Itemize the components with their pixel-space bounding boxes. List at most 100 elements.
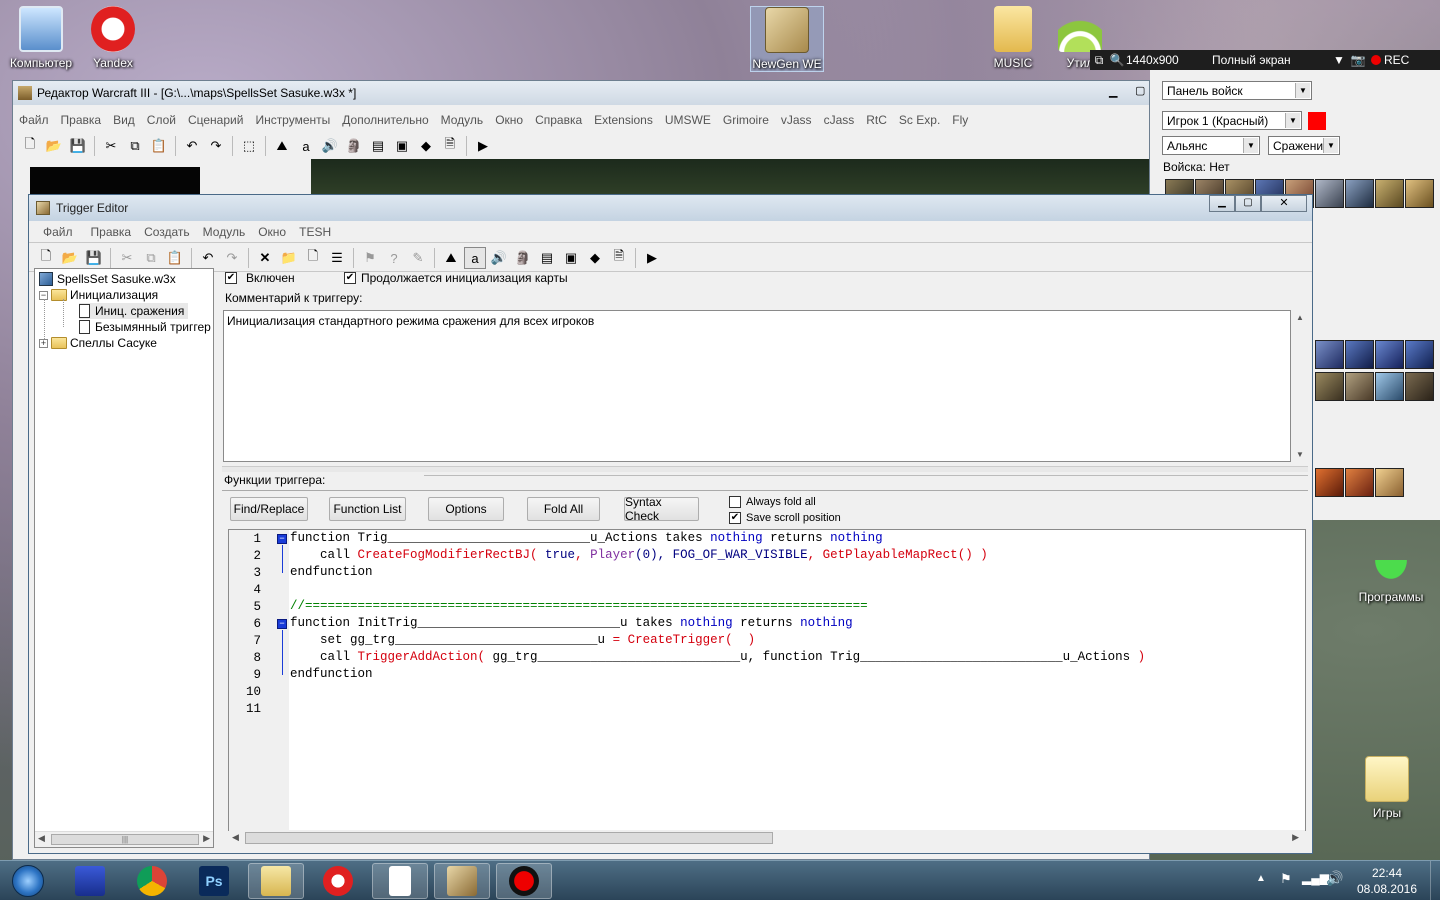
sound-editor-icon[interactable]: 🔊 — [319, 135, 341, 157]
mode-select[interactable]: Сражение ▼ — [1268, 136, 1340, 155]
action-center-flag-icon[interactable]: ⚑ — [1280, 871, 1292, 887]
select-icon[interactable]: ⬚ — [238, 135, 260, 157]
world-editor-titlebar[interactable]: Редактор Warcraft III - [G:\...\maps\Spe… — [13, 81, 1149, 105]
tree-folder-init[interactable]: − Инициализация — [39, 287, 158, 303]
minimap[interactable] — [30, 167, 200, 197]
unit-portrait[interactable] — [1345, 372, 1374, 401]
undo-icon[interactable]: ↶ — [181, 135, 203, 157]
save-scroll-checkbox[interactable]: ✔ Save scroll position — [729, 512, 841, 524]
save-icon[interactable]: 💾 — [67, 135, 89, 157]
object-manager-icon[interactable]: 🗎 — [439, 135, 461, 157]
menu-fly[interactable]: Fly — [952, 113, 968, 127]
sound-editor-icon[interactable]: 🔊 — [488, 247, 510, 269]
tree-root[interactable]: SpellsSet Sasuke.w3x — [39, 271, 176, 287]
test-map-icon[interactable]: ▶ — [472, 135, 494, 157]
desktop-icon-computer[interactable]: Компьютер — [2, 6, 80, 70]
menu-window[interactable]: Окно — [258, 225, 286, 239]
taskbar-notepad[interactable] — [372, 863, 428, 899]
fold-marker-icon[interactable]: − — [277, 534, 287, 544]
start-button[interactable] — [2, 863, 54, 899]
continue-init-checkbox[interactable]: ✔ Продолжается инициализация карты — [344, 271, 568, 285]
maximize-icon[interactable]: ▢ — [1135, 84, 1145, 97]
menu-edit[interactable]: Правка — [61, 113, 102, 127]
unit-portrait[interactable] — [1345, 340, 1374, 369]
always-fold-checkbox[interactable]: Always fold all — [729, 496, 816, 508]
scroll-down-icon[interactable]: ▼ — [1296, 450, 1304, 459]
import-manager-icon[interactable]: ◆ — [584, 247, 606, 269]
unit-portrait[interactable] — [1375, 340, 1404, 369]
trigger-editor-titlebar[interactable]: Trigger Editor — [29, 195, 1312, 221]
window-restore-icon[interactable]: ⧉ — [1090, 53, 1108, 68]
fold-marker-icon[interactable]: − — [277, 619, 287, 629]
trigger-editor-icon[interactable]: a — [464, 247, 486, 269]
recorder-resolution[interactable]: 1440x900 — [1126, 53, 1212, 67]
fold-all-button[interactable]: Fold All — [527, 497, 600, 521]
menu-umswe[interactable]: UMSWE — [665, 113, 711, 127]
desktop-icon-programs[interactable]: Программы — [1352, 560, 1430, 604]
unit-portrait[interactable] — [1315, 372, 1344, 401]
menu-scenario[interactable]: Сценарий — [188, 113, 243, 127]
unit-portrait[interactable] — [1345, 468, 1374, 497]
function-list-button[interactable]: Function List — [329, 497, 406, 521]
menu-file[interactable]: Файл — [43, 225, 73, 239]
menu-grimoire[interactable]: Grimoire — [723, 113, 769, 127]
paste-icon[interactable]: 📋 — [148, 135, 170, 157]
unit-portrait[interactable] — [1315, 179, 1344, 208]
new-category-icon[interactable]: 📁 — [278, 247, 300, 269]
unit-portrait[interactable] — [1345, 179, 1374, 208]
find-replace-button[interactable]: Find/Replace — [230, 497, 308, 521]
menu-tools[interactable]: Инструменты — [255, 113, 330, 127]
taskbar-chrome[interactable] — [124, 863, 180, 899]
minimize-icon[interactable]: ▁ — [1109, 85, 1117, 98]
menu-sc-exp[interactable]: Sc Exp. — [899, 113, 940, 127]
redo-icon[interactable]: ↷ — [205, 135, 227, 157]
new-condition-icon[interactable]: ? — [383, 247, 405, 269]
menu-window[interactable]: Окно — [495, 113, 523, 127]
menu-vjass[interactable]: vJass — [781, 113, 812, 127]
delete-icon[interactable]: ✕ — [254, 247, 276, 269]
tree-item-init-melee[interactable]: Иниц. сражения — [79, 303, 189, 319]
network-signal-icon[interactable]: ▂▄▆ — [1302, 871, 1329, 885]
menu-create[interactable]: Создать — [144, 225, 190, 239]
unit-portrait[interactable] — [1315, 468, 1344, 497]
unit-portrait[interactable] — [1405, 179, 1434, 208]
syntax-check-button[interactable]: Syntax Check — [624, 495, 699, 523]
show-desktop-button[interactable] — [1430, 861, 1440, 900]
menu-cjass[interactable]: cJass — [824, 113, 855, 127]
volume-icon[interactable]: 🔊 — [1326, 870, 1343, 887]
menu-rtc[interactable]: RtC — [866, 113, 887, 127]
options-button[interactable]: Options — [428, 497, 504, 521]
taskbar-explorer[interactable] — [248, 863, 304, 899]
taskbar-photoshop[interactable]: Ps — [186, 863, 242, 899]
taskbar-save-app[interactable] — [62, 863, 118, 899]
cut-icon[interactable]: ✂ — [116, 247, 138, 269]
cut-icon[interactable]: ✂ — [100, 135, 122, 157]
desktop-icon-yandex[interactable]: Yandex — [74, 6, 152, 70]
menu-module[interactable]: Модуль — [203, 225, 246, 239]
scroll-right-icon[interactable]: ▶ — [203, 833, 210, 844]
player-select[interactable]: Игрок 1 (Красный) ▼ — [1162, 111, 1302, 130]
open-icon[interactable]: 📂 — [43, 135, 65, 157]
test-map-icon[interactable]: ▶ — [641, 247, 663, 269]
scroll-left-icon[interactable]: ◀ — [38, 833, 45, 844]
new-comment-icon[interactable]: ☰ — [326, 247, 348, 269]
terrain-editor-icon[interactable]: ⛰ — [271, 135, 293, 157]
ai-editor-icon[interactable]: ▣ — [391, 135, 413, 157]
trigger-tree[interactable]: SpellsSet Sasuke.w3x − Инициализация Ини… — [34, 268, 214, 848]
enabled-checkbox[interactable]: ✔ Включен — [225, 271, 295, 285]
object-editor-icon[interactable]: 🗿 — [343, 135, 365, 157]
map-viewport[interactable] — [311, 159, 1149, 195]
menu-extensions[interactable]: Extensions — [594, 113, 653, 127]
camera-icon[interactable]: 📷 — [1348, 53, 1368, 67]
clock[interactable]: 22:44 08.08.2016 — [1352, 865, 1422, 897]
redo-icon[interactable]: ↷ — [221, 247, 243, 269]
menu-file[interactable]: Файл — [19, 113, 49, 127]
new-event-icon[interactable]: ⚑ — [359, 247, 381, 269]
unit-portrait[interactable] — [1375, 372, 1404, 401]
desktop-icon-newgen-we[interactable]: NewGen WE — [750, 6, 824, 72]
tree-hscrollbar[interactable]: ◀ ||| ▶ — [35, 831, 213, 847]
zoom-icon[interactable]: 🔍 — [1108, 53, 1126, 67]
menu-view[interactable]: Вид — [113, 113, 135, 127]
unit-portrait[interactable] — [1405, 372, 1434, 401]
comment-vscrollbar[interactable]: ▲ ▼ — [1292, 310, 1308, 462]
